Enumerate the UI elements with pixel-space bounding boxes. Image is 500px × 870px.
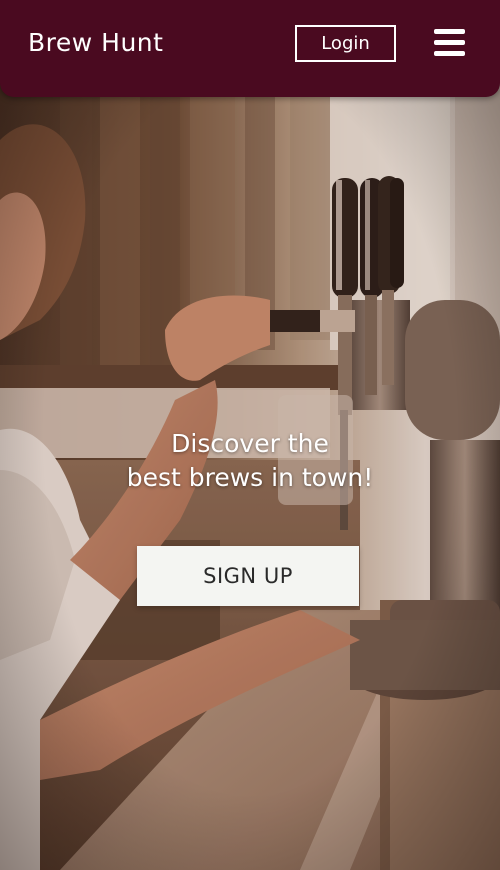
hero-tagline: Discover the best brews in town! (0, 427, 500, 495)
menu-bar-line (434, 29, 465, 34)
menu-bar-line (434, 51, 465, 56)
sign-up-button[interactable]: SIGN UP (137, 546, 359, 606)
hero-tagline-line2: best brews in town! (126, 463, 374, 492)
hero-tagline-line1: Discover the (171, 429, 329, 458)
brand-logo-text[interactable]: Brew Hunt (28, 28, 163, 58)
top-navbar: Brew Hunt Login (0, 0, 500, 97)
hamburger-menu-icon[interactable] (434, 28, 465, 56)
menu-bar-line (434, 40, 465, 45)
landing-page: Brew Hunt Login Discover the best brews … (0, 0, 500, 870)
login-button[interactable]: Login (295, 25, 396, 62)
